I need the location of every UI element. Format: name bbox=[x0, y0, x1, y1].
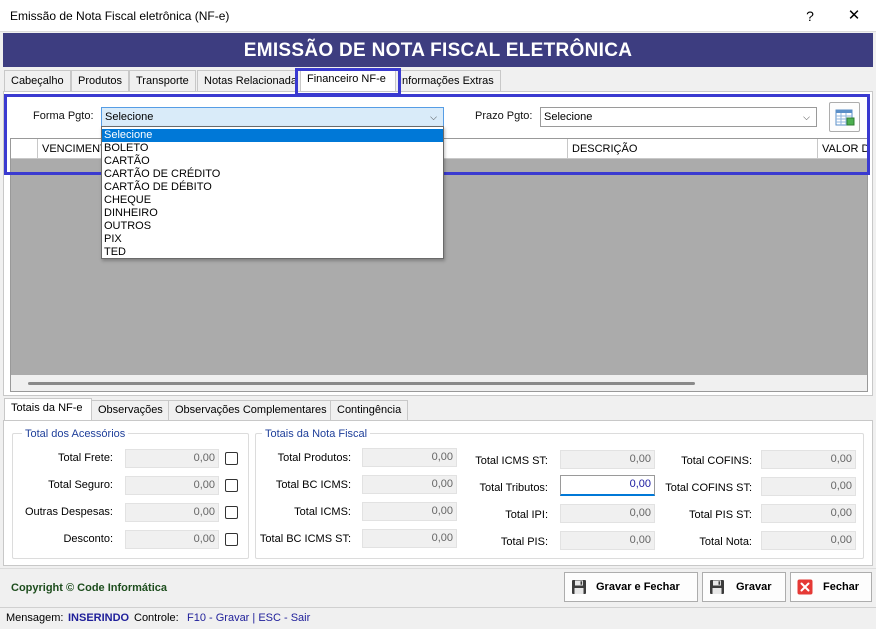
save-label: Gravar bbox=[736, 581, 772, 593]
dropdown-option-dinheiro[interactable]: DINHEIRO bbox=[102, 207, 443, 220]
dropdown-option-cartao-debito[interactable]: CARTÃO DE DÉBITO bbox=[102, 181, 443, 194]
dropdown-option-pix[interactable]: PIX bbox=[102, 233, 443, 246]
total-cofins-label: Total COFINS: bbox=[681, 455, 752, 467]
tab-observacoes[interactable]: Observações bbox=[91, 400, 170, 420]
window-title: Emissão de Nota Fiscal eletrônica (NF-e) bbox=[10, 9, 230, 23]
outras-despesas-field[interactable]: 0,00 bbox=[125, 503, 219, 522]
total-frete-checkbox[interactable] bbox=[225, 452, 238, 465]
copyright-text: Copyright © Code Informática bbox=[11, 582, 168, 594]
tab-observacoes-complementares[interactable]: Observações Complementares bbox=[168, 400, 334, 420]
tab-notas-relacionadas[interactable]: Notas Relacionada bbox=[197, 70, 304, 91]
total-ipi-field[interactable]: 0,00 bbox=[560, 504, 655, 523]
acessorios-group-title: Total dos Acessórios bbox=[22, 428, 129, 440]
total-produtos-field[interactable]: 0,00 bbox=[362, 448, 457, 467]
dropdown-option-cartao[interactable]: CARTÃO bbox=[102, 155, 443, 168]
dropdown-option-selecione[interactable]: Selecione bbox=[102, 129, 443, 142]
desconto-checkbox[interactable] bbox=[225, 533, 238, 546]
total-bc-icms-field[interactable]: 0,00 bbox=[362, 475, 457, 494]
total-icms-st-field[interactable]: 0,00 bbox=[560, 450, 655, 469]
help-icon[interactable]: ? bbox=[797, 5, 823, 27]
tab-totais-nfe[interactable]: Totais da NF-e bbox=[4, 398, 92, 420]
total-pis-label: Total PIS: bbox=[500, 536, 548, 548]
total-tributos-label: Total Tributos: bbox=[479, 482, 548, 494]
tab-informacoes-extras[interactable]: Informações Extras bbox=[392, 70, 501, 91]
scrollbar-thumb[interactable] bbox=[28, 382, 695, 385]
totals-tabstrip: Observações Observações Complementares C… bbox=[4, 398, 864, 420]
tab-contingencia[interactable]: Contingência bbox=[330, 400, 409, 420]
save-button[interactable]: Gravar bbox=[702, 572, 786, 602]
outras-despesas-checkbox[interactable] bbox=[225, 506, 238, 519]
window-titlebar: Emissão de Nota Fiscal eletrônica (NF-e)… bbox=[0, 0, 876, 32]
status-control-value: F10 - Gravar | ESC - Sair bbox=[187, 612, 311, 624]
dropdown-option-ted[interactable]: TED bbox=[102, 246, 443, 259]
red-x-icon bbox=[797, 579, 813, 595]
total-cofins-st-field[interactable]: 0,00 bbox=[761, 477, 856, 496]
status-bar: Mensagem: INSERINDO Controle: F10 - Grav… bbox=[0, 607, 876, 629]
tab-cabecalho[interactable]: Cabeçalho bbox=[4, 70, 71, 91]
page-banner: EMISSÃO DE NOTA FISCAL ELETRÔNICA bbox=[3, 33, 873, 67]
save-close-label: Gravar e Fechar bbox=[596, 581, 680, 593]
status-message-label: Mensagem: bbox=[6, 612, 64, 624]
total-seguro-label: Total Seguro: bbox=[48, 479, 113, 491]
total-bc-icms-st-label: Total BC ICMS ST: bbox=[259, 533, 351, 545]
desconto-label: Desconto: bbox=[63, 533, 113, 545]
total-seguro-field[interactable]: 0,00 bbox=[125, 476, 219, 495]
floppy-disk-icon bbox=[710, 580, 724, 594]
dropdown-option-cartao-credito[interactable]: CARTÃO DE CRÉDITO bbox=[102, 168, 443, 181]
total-icms-label: Total ICMS: bbox=[294, 506, 351, 518]
total-bc-icms-label: Total BC ICMS: bbox=[275, 479, 351, 491]
close-window-icon[interactable]: ✕ bbox=[840, 5, 868, 27]
outras-despesas-label: Outras Despesas: bbox=[24, 506, 113, 518]
total-pis-st-field[interactable]: 0,00 bbox=[761, 504, 856, 523]
total-nota-label: Total Nota: bbox=[699, 536, 752, 548]
desconto-field[interactable]: 0,00 bbox=[125, 530, 219, 549]
close-button[interactable]: Fechar bbox=[790, 572, 872, 602]
total-ipi-label: Total IPI: bbox=[505, 509, 548, 521]
highlight-tab-financeiro bbox=[295, 68, 401, 96]
total-tributos-field[interactable]: 0,00 bbox=[560, 475, 655, 496]
forma-pgto-dropdown-list[interactable]: Selecione BOLETO CARTÃO CARTÃO DE CRÉDIT… bbox=[101, 126, 444, 259]
total-pis-st-label: Total PIS ST: bbox=[689, 509, 752, 521]
total-pis-field[interactable]: 0,00 bbox=[560, 531, 655, 550]
close-label: Fechar bbox=[823, 581, 860, 593]
total-frete-field[interactable]: 0,00 bbox=[125, 449, 219, 468]
total-icms-field[interactable]: 0,00 bbox=[362, 502, 457, 521]
grid-horizontal-scrollbar[interactable] bbox=[11, 375, 867, 391]
nota-fiscal-group-title: Totais da Nota Fiscal bbox=[262, 428, 371, 440]
dropdown-option-boleto[interactable]: BOLETO bbox=[102, 142, 443, 155]
total-bc-icms-st-field[interactable]: 0,00 bbox=[362, 529, 457, 548]
total-cofins-st-label: Total COFINS ST: bbox=[665, 482, 752, 494]
save-close-button[interactable]: Gravar e Fechar bbox=[564, 572, 698, 602]
total-seguro-checkbox[interactable] bbox=[225, 479, 238, 492]
tab-produtos[interactable]: Produtos bbox=[71, 70, 130, 91]
total-produtos-label: Total Produtos: bbox=[277, 452, 351, 464]
total-nota-field[interactable]: 0,00 bbox=[761, 531, 856, 550]
floppy-disk-icon bbox=[572, 580, 586, 594]
dropdown-option-outros[interactable]: OUTROS bbox=[102, 220, 443, 233]
total-icms-st-label: Total ICMS ST: bbox=[475, 455, 548, 467]
status-control-label: Controle: bbox=[134, 612, 179, 624]
status-message-value: INSERINDO bbox=[68, 612, 130, 624]
total-cofins-field[interactable]: 0,00 bbox=[761, 450, 856, 469]
total-frete-label: Total Frete: bbox=[57, 452, 113, 464]
tab-transporte[interactable]: Transporte bbox=[129, 70, 196, 91]
dropdown-option-cheque[interactable]: CHEQUE bbox=[102, 194, 443, 207]
